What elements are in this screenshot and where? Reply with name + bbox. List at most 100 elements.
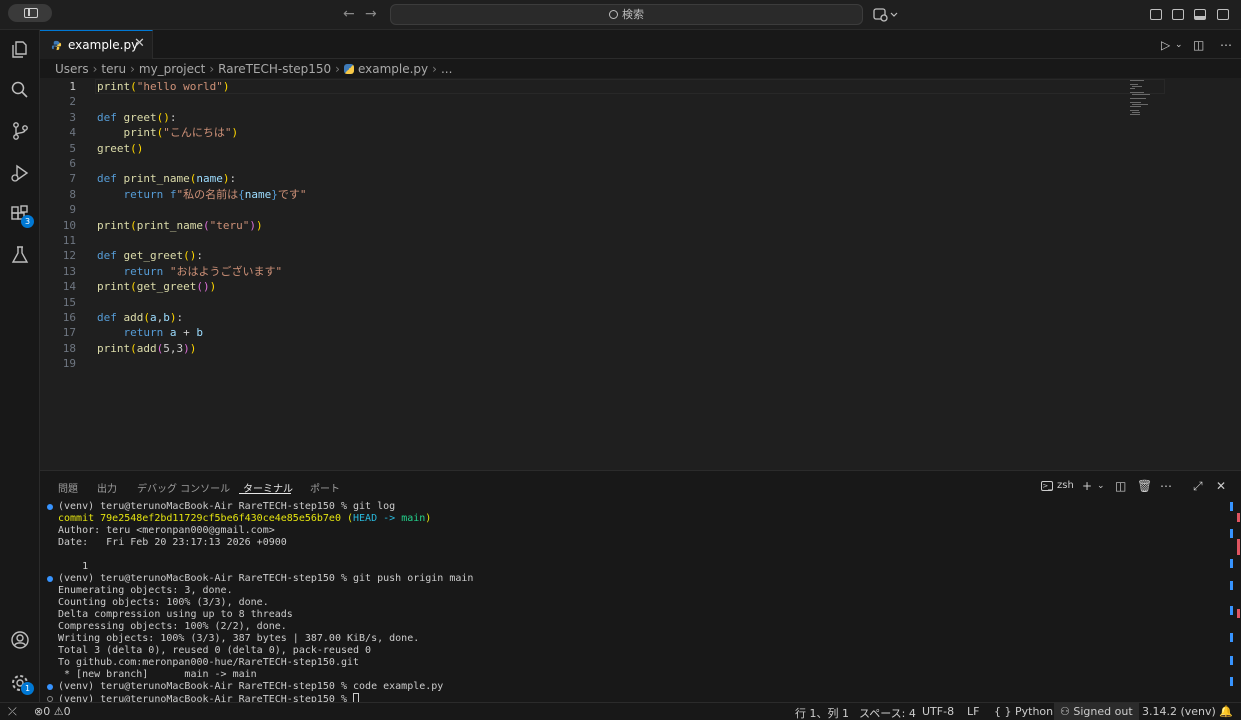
code-line-14[interactable]: print(get_greet()) [97, 279, 216, 294]
close-tab-icon[interactable]: ✕ [134, 36, 145, 51]
python-interpreter[interactable]: 3.14.2 (venv) [1142, 705, 1216, 718]
indentation-setting[interactable]: スペース: 4 [859, 705, 916, 720]
problems-status[interactable]: ⊗0 ⚠0 [34, 705, 71, 718]
search-view-icon[interactable] [10, 80, 30, 100]
line-number: 13 [62, 264, 76, 278]
run-and-debug-icon[interactable] [10, 163, 30, 183]
command-success-decoration[interactable] [47, 576, 53, 582]
signed-out-status[interactable]: ⚇ Signed out [1054, 703, 1139, 720]
shell-name: zsh [1057, 480, 1074, 491]
extensions-badge: 3 [21, 215, 34, 228]
terminal-line: Delta compression using up to 8 threads [58, 609, 293, 620]
breadcrumb-users[interactable]: Users [55, 62, 89, 76]
code-line-4[interactable]: print("こんにちは") [97, 125, 239, 140]
line-number: 3 [69, 110, 76, 124]
accounts-icon[interactable] [10, 630, 30, 650]
terminal-icon: >_ [1041, 481, 1053, 491]
forward-arrow-icon[interactable]: → [365, 6, 377, 22]
breadcrumb-raretech[interactable]: RareTECH-step150 [218, 62, 331, 76]
language-label: Python [1015, 705, 1054, 718]
bottom-panel: 問題 出力 デバッグ コンソール ターミナル ポート >_ zsh + ⌄ ◫ 🗑… [40, 470, 1241, 705]
tab-ports[interactable]: ポート [310, 480, 340, 495]
panel-more-icon[interactable]: ⋯ [1160, 479, 1172, 493]
error-icon: ⊗ [34, 705, 44, 718]
toggle-primary-sidebar-icon[interactable] [1172, 9, 1184, 20]
terminal-output[interactable]: (venv) teru@terunoMacBook-Air RareTECH-s… [40, 501, 1241, 705]
account-icon: ⚇ [1060, 705, 1070, 718]
sidebar-icon [24, 8, 38, 18]
code-line-12[interactable]: def get_greet(): [97, 248, 203, 263]
terminal-shell-selector[interactable]: >_ zsh [1041, 480, 1074, 491]
terminal-line: Writing objects: 100% (3/3), 387 bytes |… [58, 633, 420, 644]
command-success-decoration[interactable] [47, 684, 53, 690]
terminal-line: Compressing objects: 100% (2/2), done. [58, 621, 287, 632]
breadcrumb-teru[interactable]: teru [101, 62, 126, 76]
code-line-16[interactable]: def add(a,b): [97, 310, 183, 325]
code-line-8[interactable]: return f"私の名前は{name}です" [97, 187, 307, 202]
tab-example-py[interactable]: example.py ✕ [40, 30, 153, 59]
line-number: 16 [62, 311, 76, 324]
copilot-icon[interactable] [873, 8, 899, 22]
toggle-sidebar-button[interactable] [8, 4, 52, 22]
code-line-5[interactable]: greet() [97, 141, 143, 156]
code-line-1[interactable]: print("hello world") [97, 79, 229, 94]
warning-count: 0 [63, 705, 71, 718]
breadcrumb-symbols[interactable]: ... [441, 62, 452, 76]
tab-debug-console[interactable]: デバッグ コンソール [137, 480, 230, 495]
terminal-line: 1 [58, 561, 89, 572]
code-line-18[interactable]: print(add(5,3)) [97, 341, 196, 356]
code-line-3[interactable]: def greet(): [97, 110, 177, 125]
more-actions-icon[interactable]: ⋯ [1220, 38, 1232, 52]
remote-icon[interactable]: ⤫ [8, 705, 17, 719]
line-number: 2 [69, 95, 76, 109]
command-center-search[interactable]: 検索 [390, 4, 863, 25]
run-options-chevron-icon[interactable]: ⌄ [1175, 40, 1183, 50]
code-line-7[interactable]: def print_name(name): [97, 171, 236, 186]
command-success-decoration[interactable] [47, 504, 53, 510]
encoding-setting[interactable]: UTF-8 [922, 705, 954, 718]
source-control-icon[interactable] [10, 121, 30, 141]
search-placeholder: 検索 [622, 8, 644, 21]
tab-output[interactable]: 出力 [97, 480, 117, 495]
back-arrow-icon[interactable]: ← [343, 6, 355, 22]
split-editor-icon[interactable]: ◫ [1193, 38, 1204, 52]
notifications-bell-icon[interactable]: 🔔 [1219, 705, 1233, 718]
activity-bar: 3 1 [0, 30, 40, 702]
code-line-10[interactable]: print(print_name("teru")) [97, 218, 263, 233]
new-terminal-icon[interactable]: + [1082, 479, 1092, 493]
terminal-line: * [new branch] main -> main [58, 669, 257, 680]
tab-problems[interactable]: 問題 [58, 480, 78, 495]
language-mode[interactable]: { } Python [994, 705, 1053, 718]
terminal-options-chevron-icon[interactable]: ⌄ [1097, 481, 1105, 491]
eol-setting[interactable]: LF [967, 705, 979, 718]
customize-layout-icon[interactable] [1150, 9, 1162, 20]
testing-icon[interactable] [10, 245, 30, 265]
line-number: 19 [62, 357, 76, 371]
terminal-line-commit: commit 79e2548ef2bd11729cf5be6f430ce4e85… [58, 513, 432, 524]
breadcrumb: Users › teru › my_project › RareTECH-step150 › e… [55, 62, 453, 76]
terminal-line: (venv) teru@terunoMacBook-Air RareTECH-s… [58, 501, 396, 512]
kill-terminal-icon[interactable]: 🗑 [1137, 479, 1152, 493]
tab-label: example.py [68, 38, 139, 52]
line-number: 15 [62, 295, 76, 309]
line-number: 18 [62, 341, 76, 355]
code-editor[interactable]: 1 print("hello world") 2 3 def greet(): 4 … [40, 78, 1241, 470]
run-python-file-icon[interactable]: ▷ [1161, 38, 1170, 52]
code-line-17[interactable]: return a + b [97, 325, 204, 340]
maximize-panel-icon[interactable]: ⤢ [1193, 479, 1203, 494]
minimap[interactable] [1130, 78, 1170, 118]
breadcrumb-my-project[interactable]: my_project [139, 62, 205, 76]
code-line-13[interactable]: return "おはようございます" [97, 264, 283, 279]
toggle-secondary-sidebar-icon[interactable] [1217, 9, 1229, 20]
explorer-icon[interactable] [10, 39, 30, 59]
terminal-line: Date: Fri Feb 20 23:17:13 2026 +0900 [58, 537, 287, 548]
toggle-panel-icon[interactable] [1194, 9, 1206, 20]
cursor-position[interactable]: 行 1、列 1 [795, 705, 849, 720]
split-terminal-icon[interactable]: ◫ [1115, 479, 1126, 493]
terminal-scrollbar-markers[interactable] [1229, 501, 1241, 701]
python-file-icon [51, 40, 62, 51]
active-tab-indicator [239, 493, 291, 494]
breadcrumb-example-py[interactable]: example.py [358, 62, 428, 76]
terminal-line: Author: teru <meronpan000@gmail.com> [58, 525, 275, 536]
close-panel-icon[interactable]: ✕ [1216, 479, 1226, 493]
